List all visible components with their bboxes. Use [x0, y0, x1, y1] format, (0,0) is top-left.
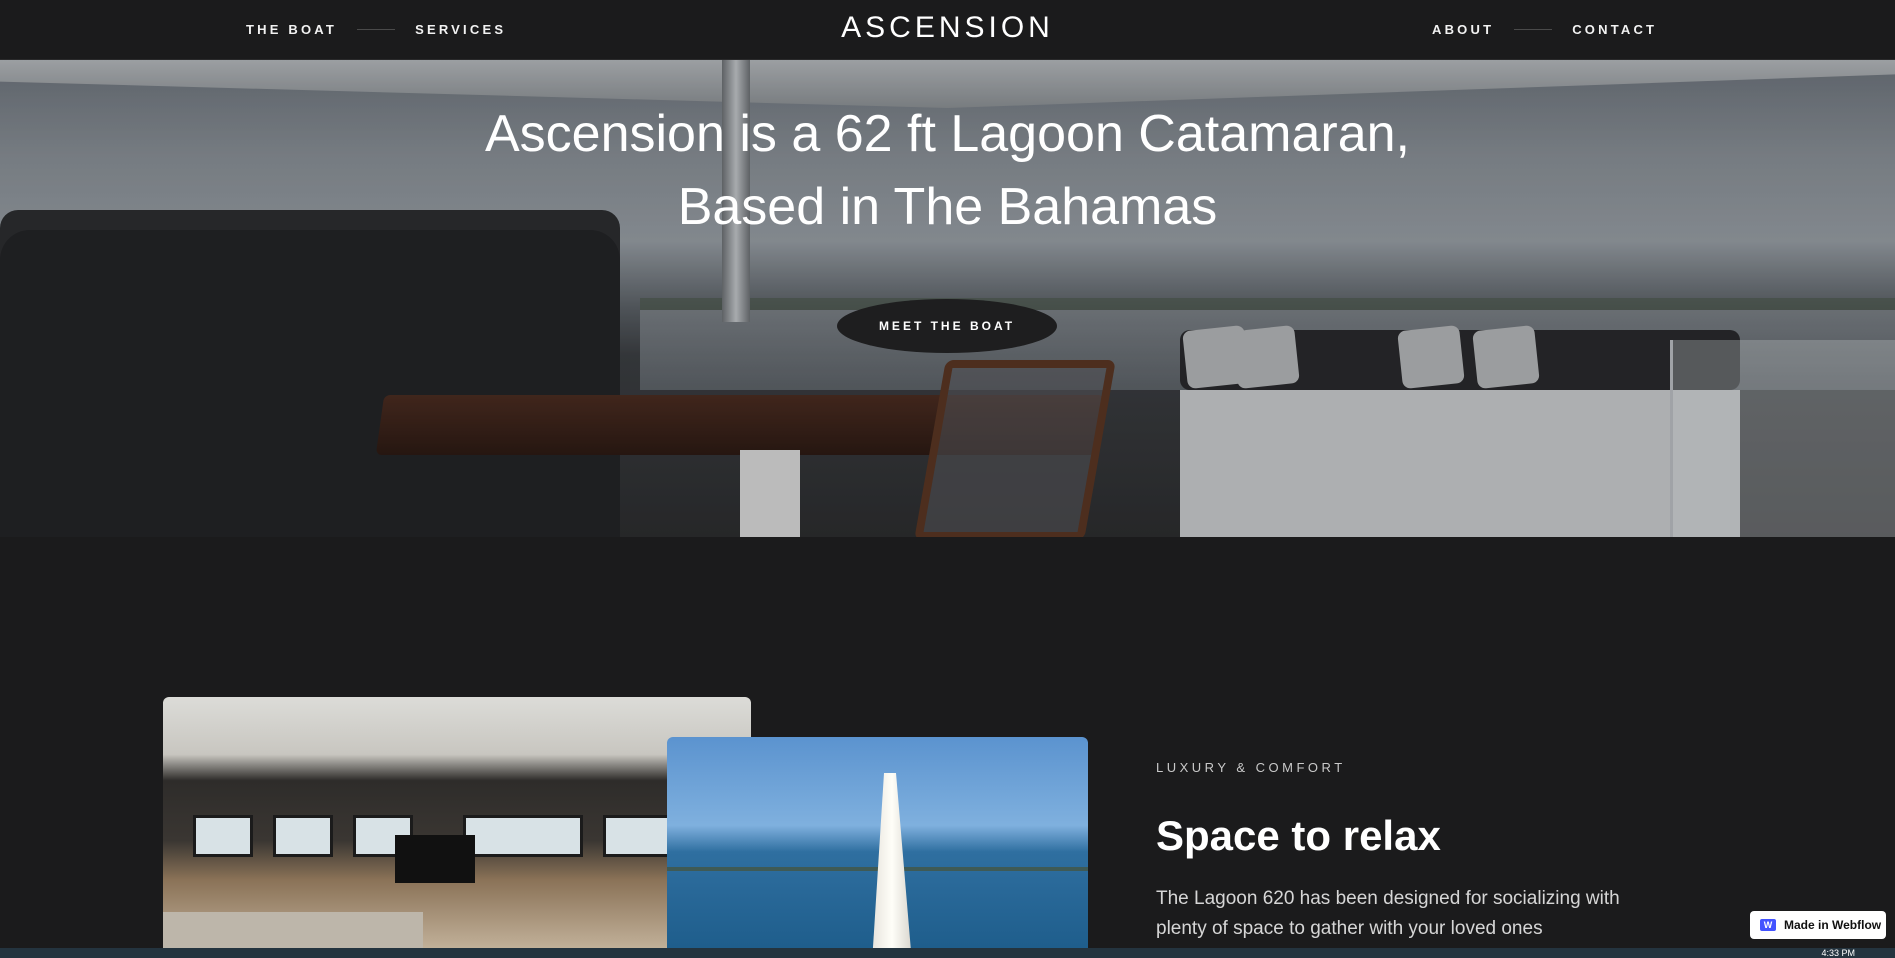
hero-title-line2: Based in The Bahamas: [677, 178, 1218, 236]
taskbar-clock: 4:33 PM: [1821, 948, 1855, 958]
salon-window: [193, 815, 253, 857]
os-taskbar: 4:33 PM: [0, 948, 1895, 958]
salon-tv: [395, 835, 475, 883]
sail-mast: [872, 773, 912, 958]
nav-divider: [1514, 28, 1553, 30]
interior-salon-image: [163, 697, 751, 958]
webflow-icon: W: [1760, 919, 1776, 931]
hero-title: Ascension is a 62 ft Lagoon Catamaran, B…: [0, 98, 1895, 244]
hero-section: Ascension is a 62 ft Lagoon Catamaran, B…: [0, 60, 1895, 537]
nav-right-group: ABOUT CONTACT: [1432, 0, 1657, 58]
section-eyebrow: LUXURY & COMFORT: [1156, 760, 1346, 775]
sea-horizon: [667, 867, 1088, 871]
salon-window: [273, 815, 333, 857]
made-in-webflow-badge[interactable]: W Made in Webflow: [1750, 911, 1886, 939]
webflow-badge-label: Made in Webflow: [1784, 918, 1882, 932]
salon-window: [463, 815, 583, 857]
section-body: The Lagoon 620 has been designed for soc…: [1156, 888, 1620, 939]
nav-link-contact[interactable]: CONTACT: [1572, 22, 1657, 37]
section-title: Space to relax: [1156, 812, 1441, 859]
top-nav: THE BOAT SERVICES ASCENSION ABOUT CONTAC…: [0, 0, 1895, 60]
nav-link-about[interactable]: ABOUT: [1432, 22, 1494, 37]
sailing-mast-image: [667, 737, 1088, 958]
meet-the-boat-button[interactable]: MEET THE BOAT: [837, 299, 1057, 353]
hero-title-line1: Ascension is a 62 ft Lagoon Catamaran,: [484, 105, 1410, 163]
